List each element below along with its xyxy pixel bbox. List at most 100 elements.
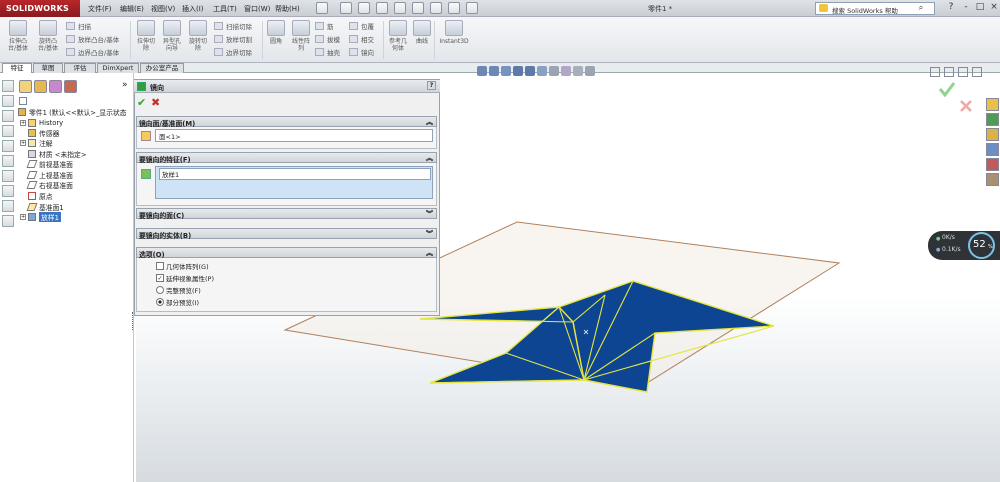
search-icon[interactable]: ⌕: [915, 3, 927, 13]
curves-button[interactable]: 曲线: [409, 20, 435, 45]
solidworks-resources-icon[interactable]: [986, 98, 999, 111]
solidworks-logo[interactable]: SOLIDWORKS: [0, 0, 80, 17]
print-icon[interactable]: [394, 2, 406, 14]
origin-tab-icon[interactable]: [2, 215, 14, 227]
tree-item-material[interactable]: 材质 <未指定>: [28, 149, 87, 159]
section-options-header[interactable]: 选项(O) ︽: [136, 247, 437, 259]
revolve-cut-button[interactable]: 旋转切 除: [185, 20, 211, 52]
view-palette-icon[interactable]: [986, 143, 999, 156]
configurationmanager-icon[interactable]: [2, 110, 14, 122]
tree-item-front-plane[interactable]: 前视基准面: [26, 159, 73, 169]
file-explorer-icon[interactable]: [986, 128, 999, 141]
sweep-button[interactable]: 扫描: [66, 20, 91, 31]
tree-item-annotations[interactable]: + 注解: [20, 138, 53, 148]
chevron-down-icon[interactable]: ︾: [426, 229, 433, 239]
tab-dimxpert[interactable]: DimXpert: [97, 63, 139, 73]
zoom-to-area-icon[interactable]: [489, 66, 499, 76]
section-features-header[interactable]: 要镜向的特征(F) ︽: [136, 152, 437, 164]
featuremanager-tree-icon[interactable]: [2, 80, 14, 92]
extrude-cut-button[interactable]: 拉伸切 除: [133, 20, 159, 52]
expand-panel-icon[interactable]: »: [122, 80, 128, 90]
hide-show-items-icon[interactable]: [549, 66, 559, 76]
tab-features[interactable]: 特征: [2, 63, 32, 73]
close-viewport-icon[interactable]: [972, 67, 982, 77]
view-orientation-icon[interactable]: [525, 66, 535, 76]
tree-item-sensors[interactable]: 传感器: [28, 128, 59, 138]
mirror-button[interactable]: 镜向: [349, 46, 374, 57]
tree-item-loft1[interactable]: + 放样1: [20, 212, 61, 222]
intersect-button[interactable]: 相交: [349, 33, 374, 44]
dimxpertmanager-icon[interactable]: [2, 125, 14, 137]
maximize-viewport-icon[interactable]: [958, 67, 968, 77]
chevron-up-icon[interactable]: ︽: [426, 153, 433, 163]
property-tab-icon[interactable]: [34, 80, 47, 93]
confirm-corner-check-icon[interactable]: [938, 82, 956, 98]
tree-item-origin[interactable]: 原点: [28, 191, 53, 201]
new-document-icon[interactable]: [340, 2, 352, 14]
wrap-button[interactable]: 包覆: [349, 20, 374, 31]
propagate-visual-checkbox[interactable]: ✓: [156, 274, 164, 282]
planes-tab-icon[interactable]: [2, 200, 14, 212]
tree-item-history[interactable]: + History: [20, 118, 63, 128]
extrude-boss-button[interactable]: 拉伸凸 台/基体: [5, 20, 31, 52]
display-style-icon[interactable]: [537, 66, 547, 76]
section-view-icon[interactable]: [513, 66, 523, 76]
open-icon[interactable]: [358, 2, 370, 14]
features-to-mirror-list[interactable]: 放样1: [155, 166, 433, 199]
swept-cut-button[interactable]: 扫描切除: [214, 20, 252, 31]
save-icon[interactable]: [376, 2, 388, 14]
chevron-down-icon[interactable]: ︾: [426, 209, 433, 219]
menu-window[interactable]: 窗口(W): [244, 4, 270, 14]
zoom-to-fit-icon[interactable]: [477, 66, 487, 76]
reference-geometry-button[interactable]: 参考几 何体: [385, 20, 411, 52]
revolve-boss-button[interactable]: 旋转凸 台/基体: [35, 20, 61, 52]
help-button[interactable]: ?: [427, 81, 436, 90]
menu-tools[interactable]: 工具(T): [213, 4, 237, 14]
chevron-up-icon[interactable]: ︽: [426, 117, 433, 127]
rebuild-icon[interactable]: [448, 2, 460, 14]
filter-icon[interactable]: [19, 97, 27, 105]
expand-icon[interactable]: +: [20, 140, 26, 146]
tab-sketch[interactable]: 草图: [33, 63, 63, 73]
panel-splitter[interactable]: [132, 312, 136, 330]
sensors-tab-icon[interactable]: [2, 155, 14, 167]
tree-item-top-plane[interactable]: 上视基准面: [26, 170, 73, 180]
tile-viewport-icon[interactable]: [944, 67, 954, 77]
instant3d-button[interactable]: Instant3D: [439, 20, 469, 45]
previous-view-icon[interactable]: [501, 66, 511, 76]
configuration-tab-icon[interactable]: [49, 80, 62, 93]
apply-scene-icon[interactable]: [573, 66, 583, 76]
menu-file[interactable]: 文件(F): [88, 4, 112, 14]
display-tab-icon[interactable]: [64, 80, 77, 93]
close-button[interactable]: ×: [988, 2, 1000, 14]
network-speed-widget[interactable]: ● 0K/s ● 0.1K/s 52 %: [928, 231, 1000, 260]
section-mirror-face-header[interactable]: 镜向面/基准面(M) ︽: [136, 116, 437, 128]
expand-icon[interactable]: +: [20, 120, 26, 126]
design-library-icon[interactable]: [986, 113, 999, 126]
restore-viewport-icon[interactable]: [930, 67, 940, 77]
lofted-cut-button[interactable]: 放样切割: [214, 33, 252, 44]
mirror-face-field[interactable]: 面<1>: [155, 129, 433, 142]
appearances-icon[interactable]: [986, 158, 999, 171]
chevron-up-icon[interactable]: ︽: [426, 248, 433, 258]
section-faces-header[interactable]: 要镜向的面(C) ︾: [136, 208, 437, 220]
menu-view[interactable]: 视图(V): [151, 4, 175, 14]
menu-insert[interactable]: 插入(I): [182, 4, 204, 14]
geometry-pattern-checkbox[interactable]: [156, 262, 164, 270]
view-settings-icon[interactable]: [585, 66, 595, 76]
propertymanager-icon[interactable]: [2, 95, 14, 107]
list-item[interactable]: 放样1: [159, 168, 431, 180]
boundary-cut-button[interactable]: 边界切除: [214, 46, 252, 57]
undo-icon[interactable]: [412, 2, 424, 14]
section-bodies-header[interactable]: 要镜向的实体(B) ︾: [136, 228, 437, 240]
tree-item-plane1[interactable]: 基准面1: [26, 202, 64, 212]
hole-wizard-button[interactable]: 异型孔 向导: [159, 20, 185, 52]
materials-tab-icon[interactable]: [2, 185, 14, 197]
annotations-tab-icon[interactable]: [2, 170, 14, 182]
tab-evaluate[interactable]: 评估: [64, 63, 96, 73]
tree-item-right-plane[interactable]: 右视基准面: [26, 180, 73, 190]
feature-tree-tab-icon[interactable]: [19, 80, 32, 93]
pin-icon[interactable]: [316, 2, 328, 14]
full-preview-radio[interactable]: [156, 286, 164, 294]
loft-boss-button[interactable]: 放样凸台/基体: [66, 33, 119, 44]
